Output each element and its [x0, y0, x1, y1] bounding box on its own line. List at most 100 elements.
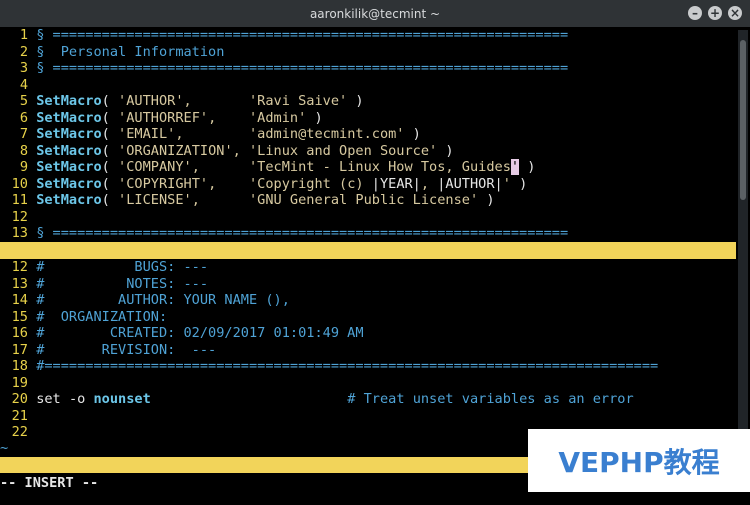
code-token: (	[101, 192, 119, 208]
top-status-line: ~/.vim/templates/personal.templates [+] …	[0, 242, 736, 309]
window-titlebar: aaronkilik@tecmint ~ – + ×	[0, 0, 750, 27]
scroll-position: Top	[708, 293, 733, 309]
code-token: # REVISION: ---	[36, 341, 217, 358]
code-line[interactable]: 11 SetMacro( 'LICENSE', 'GNU General Pub…	[0, 192, 495, 209]
gutter-space	[28, 27, 36, 43]
maximize-icon[interactable]: +	[708, 6, 722, 20]
code-token: ,	[420, 175, 438, 192]
code-line[interactable]: 17 # REVISION: ---	[0, 341, 217, 359]
line-number: 1	[19, 27, 28, 43]
gutter-space	[28, 408, 36, 424]
gutter-space	[28, 44, 36, 60]
code-line[interactable]: 22	[0, 424, 36, 441]
line-number: 8	[19, 142, 28, 159]
gutter-space	[28, 259, 36, 275]
code-token: § ======================================…	[36, 60, 569, 76]
code-token: # NOTES: ---	[36, 275, 209, 292]
line-number: 6	[19, 109, 28, 126]
line-number: 5	[19, 93, 28, 109]
code-line[interactable]: 8 SetMacro( 'ORGANIZATION', 'Linux and O…	[0, 143, 454, 160]
close-icon[interactable]: ×	[728, 6, 742, 20]
code-token: SetMacro	[36, 192, 102, 208]
line-number: 13	[11, 275, 28, 292]
code-token: set	[36, 391, 69, 407]
code-line[interactable]: 10 SetMacro( 'COPYRIGHT', 'Copyright (c)…	[0, 175, 528, 193]
gutter-space	[28, 110, 36, 126]
line-number: 14	[11, 292, 28, 308]
line-number: 20	[11, 391, 28, 407]
line-number: 16	[11, 325, 28, 341]
code-line[interactable]: 5 SetMacro( 'AUTHOR', 'Ravi Saive' )	[0, 93, 364, 110]
code-token: SetMacro	[36, 126, 102, 142]
line-number: 4	[19, 76, 28, 93]
code-token: SetMacro	[36, 159, 102, 175]
code-token: SetMacro	[36, 93, 102, 109]
code-token: § Personal Information	[36, 43, 225, 60]
gutter-space	[28, 292, 36, 308]
code-token: |AUTHOR|	[437, 175, 503, 192]
code-token: SetMacro	[36, 175, 102, 192]
code-token: SetMacro	[36, 142, 102, 159]
empty-line-tilde: ~	[0, 440, 9, 456]
code-token: )	[478, 192, 495, 208]
line-number: 11	[11, 192, 28, 208]
code-line[interactable]: 12 # BUGS: ---	[0, 259, 208, 276]
code-line[interactable]: 3 § ====================================…	[0, 60, 568, 77]
code-line[interactable]: 13 § ===================================…	[0, 225, 569, 242]
code-line[interactable]: 9 SetMacro( 'COMPANY', 'TecMint - Linux …	[0, 159, 535, 176]
code-line[interactable]: 4	[0, 77, 36, 94]
code-line[interactable]: 14 # AUTHOR: YOUR NAME (),	[0, 292, 290, 309]
scrollbar-thumb[interactable]	[740, 40, 746, 200]
gutter-space	[28, 342, 36, 358]
code-line[interactable]: 19	[0, 375, 36, 392]
code-line[interactable]: 16 # CREATED: 02/09/2017 01:01:49 AM	[0, 325, 364, 342]
line-number: 15	[11, 308, 28, 325]
line-number: 12	[11, 208, 28, 225]
gutter-space	[28, 209, 36, 225]
code-line[interactable]: 1 § ====================================…	[0, 27, 568, 44]
window-title: aaronkilik@tecmint ~	[309, 6, 441, 21]
line-number: 2	[19, 43, 28, 60]
gutter-space	[28, 325, 36, 341]
minimize-icon[interactable]: –	[688, 6, 702, 20]
line-number: 18	[11, 358, 28, 374]
code-token: 'AUTHOR', 'Ravi Saive'	[118, 93, 348, 109]
code-line[interactable]: 6 SetMacro( 'AUTHORREF', 'Admin' )	[0, 110, 323, 127]
gutter-space	[28, 276, 36, 292]
code-line[interactable]: 18 #====================================…	[0, 358, 659, 375]
line-number: 7	[19, 126, 28, 142]
code-token: (	[101, 93, 119, 109]
window-controls: – + ×	[688, 6, 742, 20]
line-number: 22	[11, 424, 28, 440]
code-token: 'COMPANY', 'TecMint - Linux How Tos, Gui…	[118, 159, 511, 175]
mode-indicator: -- INSERT --	[0, 475, 99, 491]
gutter-space	[28, 60, 36, 76]
code-line[interactable]: 2 § Personal Information	[0, 43, 225, 61]
code-line[interactable]: 13 # NOTES: ---	[0, 276, 208, 293]
code-token: SetMacro	[36, 109, 102, 126]
gutter-space	[28, 93, 36, 109]
code-token: )	[347, 93, 364, 109]
cursor-position: 9,59	[578, 276, 611, 292]
code-token: # AUTHOR: YOUR NAME (),	[36, 292, 290, 308]
code-line[interactable]: 7 SetMacro( 'EMAIL', 'admin@tecmint.com'…	[0, 126, 421, 143]
line-number: 13	[11, 225, 28, 241]
code-token: )	[404, 126, 421, 142]
line-number: 3	[19, 60, 28, 76]
gutter-space	[28, 159, 36, 175]
gutter-space	[28, 424, 36, 440]
gutter-space	[28, 192, 36, 208]
line-number: 12	[11, 259, 28, 275]
gutter-space	[28, 391, 36, 407]
code-token: |YEAR|	[371, 175, 421, 192]
code-token: -o	[68, 391, 86, 407]
code-line[interactable]: 20 set -o nounset # Treat unset variable…	[0, 391, 634, 408]
code-line[interactable]: 15 # ORGANIZATION:	[0, 308, 168, 326]
code-token: )	[437, 142, 454, 159]
code-line[interactable]: 21	[0, 408, 36, 425]
terminal-area[interactable]: 1 § ====================================…	[0, 27, 750, 492]
code-token: )	[510, 175, 528, 192]
code-line[interactable]: 12	[0, 209, 36, 226]
